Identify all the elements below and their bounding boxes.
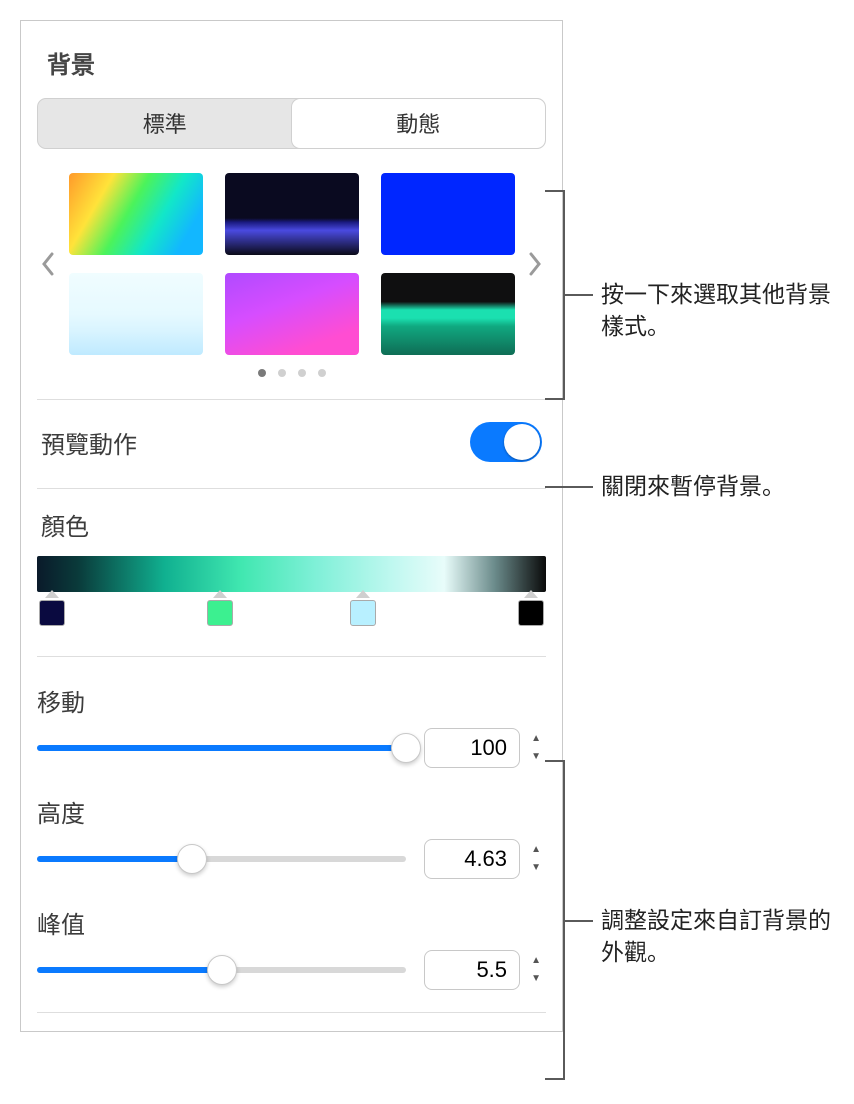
height-step-down[interactable]: ▼ [526,860,546,876]
height-slider[interactable] [37,856,406,862]
gallery-prev-button[interactable] [37,244,59,284]
color-stop[interactable] [517,598,545,628]
color-swatch [207,600,233,626]
toggle-knob [504,424,540,460]
background-panel: 背景 標準 動態 [20,20,563,1032]
peak-step-up[interactable]: ▲ [526,953,546,969]
color-stop[interactable] [38,598,66,628]
divider [37,488,546,489]
move-step-up[interactable]: ▲ [526,731,546,747]
gallery-next-button[interactable] [524,244,546,284]
background-mode-segmented[interactable]: 標準 動態 [37,98,546,149]
color-stop[interactable] [349,598,377,628]
page-dot[interactable] [318,369,326,377]
slider-thumb[interactable] [207,955,237,985]
callout-customize: 調整設定來自訂背景的外觀。 [601,904,834,968]
height-step-up[interactable]: ▲ [526,842,546,858]
gallery-page-dots [37,369,546,377]
move-label: 移動 [37,683,546,718]
callout-select-style: 按一下來選取其他背景樣式。 [601,278,834,342]
section-title: 背景 [47,45,546,80]
slider-thumb[interactable] [391,733,421,763]
peak-slider[interactable] [37,967,406,973]
height-value-field[interactable] [424,839,520,879]
divider [37,399,546,400]
tab-dynamic[interactable]: 動態 [292,99,546,148]
slider-thumb[interactable] [177,844,207,874]
preview-action-toggle[interactable] [470,422,542,462]
divider [37,1012,546,1013]
peak-label: 峰值 [37,905,546,940]
page-dot[interactable] [258,369,266,377]
color-label: 顏色 [41,507,546,542]
style-thumbnails [69,173,515,355]
style-thumb[interactable] [69,273,203,355]
style-thumb[interactable] [69,173,203,255]
style-thumb[interactable] [225,273,359,355]
style-thumb[interactable] [225,173,359,255]
color-stop[interactable] [206,598,234,628]
style-thumb[interactable] [381,173,515,255]
peak-step-down[interactable]: ▼ [526,971,546,987]
page-dot[interactable] [298,369,306,377]
style-thumb[interactable] [381,273,515,355]
color-swatch [518,600,544,626]
move-value-field[interactable] [424,728,520,768]
move-slider[interactable] [37,745,406,751]
callout-pause-toggle: 關閉來暫停背景。 [601,470,785,502]
height-label: 高度 [37,794,546,829]
preview-action-label: 預覽動作 [41,425,137,460]
divider [37,656,546,657]
color-swatch [39,600,65,626]
move-step-down[interactable]: ▼ [526,749,546,765]
color-swatch [350,600,376,626]
tab-standard[interactable]: 標準 [38,99,292,148]
color-stops [37,598,546,634]
peak-value-field[interactable] [424,950,520,990]
callouts: 按一下來選取其他背景樣式。 關閉來暫停背景。 調整設定來自訂背景的外觀。 [563,20,834,1032]
page-dot[interactable] [278,369,286,377]
color-gradient-bar[interactable] [37,556,546,592]
